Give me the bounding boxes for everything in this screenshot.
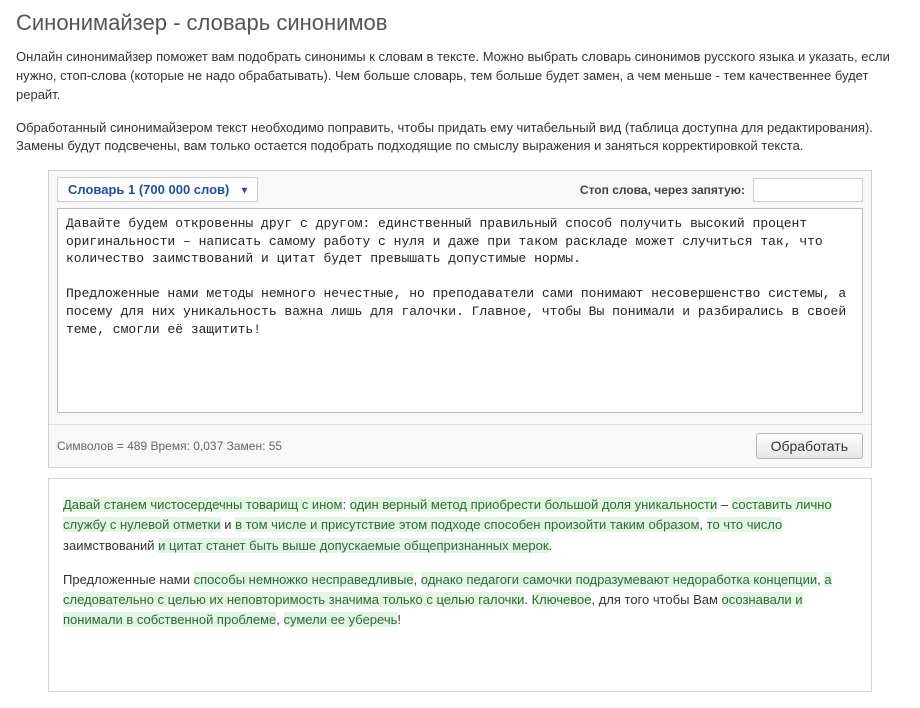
- output-span: однако педагоги самочки подразумевают не…: [421, 572, 817, 587]
- output-span: заимствований: [63, 538, 158, 553]
- output-span: :: [342, 497, 349, 512]
- output-span: то что число: [707, 517, 783, 532]
- stats-text: Символов = 489 Время: 0,037 Замен: 55: [57, 439, 282, 453]
- stats-bar: Символов = 489 Время: 0,037 Замен: 55 Об…: [49, 424, 871, 467]
- output-span: в том числе и присутствие этом подходе с…: [235, 517, 699, 532]
- source-textarea[interactable]: [57, 208, 863, 413]
- output-span: один верный метод приобрести большой дол…: [350, 497, 718, 512]
- dictionary-select[interactable]: Словарь 1 (700 000 слов) ▼: [57, 177, 258, 202]
- input-panel: Словарь 1 (700 000 слов) ▼ Стоп слова, ч…: [48, 170, 872, 468]
- output-panel[interactable]: Давай станем чистосердечны товарищ с ино…: [48, 478, 872, 692]
- dictionary-select-label: Словарь 1 (700 000 слов): [68, 182, 229, 197]
- output-span: .: [524, 592, 531, 607]
- output-paragraph-2: Предложенные нами способы немножко неспр…: [63, 570, 857, 630]
- output-span: и цитат станет быть выше допускаемые общ…: [158, 538, 548, 553]
- textarea-wrap: [49, 202, 871, 418]
- output-span: ,: [414, 572, 421, 587]
- output-paragraph-1: Давай станем чистосердечны товарищ с ино…: [63, 495, 857, 555]
- output-span: .: [549, 538, 553, 553]
- output-span: способы немножко несправедливые: [194, 572, 414, 587]
- output-span: , для того чтобы Вам: [591, 592, 721, 607]
- output-span: ,: [276, 612, 283, 627]
- intro-paragraph-2: Обработанный синонимайзером текст необхо…: [16, 119, 904, 157]
- output-span: и: [221, 517, 236, 532]
- output-span: сумели ее уберечь: [284, 612, 398, 627]
- page-title: Синонимайзер - словарь синонимов: [16, 10, 904, 36]
- panel-header: Словарь 1 (700 000 слов) ▼ Стоп слова, ч…: [49, 171, 871, 202]
- output-span: ,: [699, 517, 706, 532]
- output-span: Предложенные нами: [63, 572, 194, 587]
- output-span: –: [717, 497, 731, 512]
- stop-words-label: Стоп слова, через запятую:: [580, 183, 745, 197]
- stop-words-input[interactable]: [753, 178, 863, 202]
- chevron-down-icon: ▼: [239, 185, 249, 196]
- output-span: !: [397, 612, 401, 627]
- output-span: Давай станем чистосердечны товарищ с ино…: [63, 497, 342, 512]
- intro-paragraph-1: Онлайн синонимайзер поможет вам подобрат…: [16, 48, 904, 105]
- stop-words-area: Стоп слова, через запятую:: [580, 178, 863, 202]
- process-button[interactable]: Обработать: [756, 433, 863, 459]
- output-span: Ключевое: [532, 592, 592, 607]
